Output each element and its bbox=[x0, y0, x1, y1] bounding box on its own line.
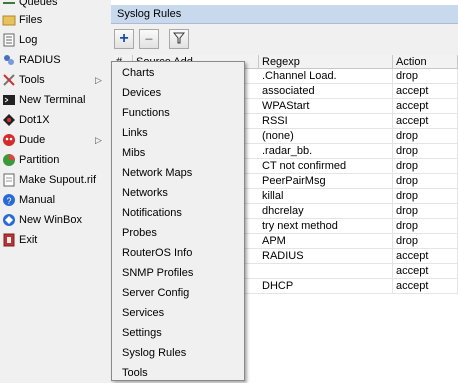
submenu-item-devices[interactable]: Devices bbox=[122, 83, 161, 103]
menu-item-radius[interactable]: RADIUS bbox=[0, 50, 111, 70]
action-cell: accept bbox=[393, 264, 458, 279]
regexp-cell: DHCP bbox=[259, 279, 393, 294]
submenu-item-services[interactable]: Services bbox=[122, 303, 164, 323]
action-cell: accept bbox=[393, 84, 458, 99]
menu-item-manual[interactable]: ? Manual bbox=[0, 190, 111, 210]
partition-icon bbox=[2, 153, 16, 167]
regexp-cell: PeerPairMsg bbox=[259, 174, 393, 189]
submenu-item-server-config[interactable]: Server Config bbox=[122, 283, 189, 303]
regexp-cell: killal bbox=[259, 189, 393, 204]
submenu-item-links[interactable]: Links bbox=[122, 123, 148, 143]
menu-item-label: Files bbox=[19, 14, 43, 26]
exit-icon bbox=[2, 233, 16, 247]
submenu-item-networks[interactable]: Networks bbox=[122, 183, 168, 203]
action-cell: accept bbox=[393, 279, 458, 294]
regexp-cell: associated bbox=[259, 84, 393, 99]
menu-item-label: Queues bbox=[19, 0, 58, 8]
submenu-item-notifications[interactable]: Notifications bbox=[122, 203, 182, 223]
menu-item-make-supout[interactable]: Make Supout.rif bbox=[0, 170, 111, 190]
submenu-item-functions[interactable]: Functions bbox=[122, 103, 170, 123]
regexp-cell bbox=[259, 264, 393, 279]
regexp-cell: RSSI bbox=[259, 114, 393, 129]
menu-item-label: Log bbox=[19, 34, 38, 46]
column-header-regexp[interactable]: Regexp bbox=[259, 55, 393, 69]
menu-item-new-terminal[interactable]: New Terminal bbox=[0, 90, 111, 110]
action-cell: drop bbox=[393, 204, 458, 219]
submenu-item-charts[interactable]: Charts bbox=[122, 63, 154, 83]
menu-item-label: New Terminal bbox=[19, 94, 86, 106]
column-header-action[interactable]: Action bbox=[393, 55, 458, 69]
log-icon bbox=[2, 33, 16, 47]
menu-item-files[interactable]: Files bbox=[0, 10, 111, 30]
submenu-item-syslog-rules[interactable]: Syslog Rules bbox=[122, 343, 186, 363]
action-cell: drop bbox=[393, 144, 458, 159]
menu-item-dude[interactable]: Dude ▷ bbox=[0, 130, 111, 150]
regexp-cell: .radar_bb. bbox=[259, 144, 393, 159]
menu-item-label: Tools bbox=[19, 74, 45, 86]
dude-submenu: Charts Devices Functions Links Mibs Network M… bbox=[111, 61, 245, 381]
submenu-item-tools[interactable]: Tools bbox=[122, 363, 148, 383]
menu-item-exit[interactable]: Exit bbox=[0, 230, 111, 250]
menu-item-label: Partition bbox=[19, 154, 60, 166]
regexp-cell: (none) bbox=[259, 129, 393, 144]
filter-button[interactable] bbox=[169, 29, 189, 49]
menu-item-dot1x[interactable]: Dot1X bbox=[0, 110, 111, 130]
action-cell: drop bbox=[393, 219, 458, 234]
menu-item-label: Dude bbox=[19, 134, 46, 146]
regexp-cell: CT not confirmed bbox=[259, 159, 393, 174]
submenu-item-mibs[interactable]: Mibs bbox=[122, 143, 145, 163]
submenu-item-network-maps[interactable]: Network Maps bbox=[122, 163, 192, 183]
submenu-arrow-icon: ▷ bbox=[95, 134, 102, 145]
submenu-arrow-icon: ▷ bbox=[95, 74, 102, 85]
add-button[interactable]: + bbox=[114, 29, 134, 49]
menu-item-label: Manual bbox=[19, 194, 56, 206]
regexp-cell: RADIUS bbox=[259, 249, 393, 264]
action-cell: accept bbox=[393, 249, 458, 264]
help-icon: ? bbox=[2, 193, 16, 207]
submenu-item-routeros-info[interactable]: RouterOS Info bbox=[122, 243, 192, 263]
menu-item-label: New WinBox bbox=[19, 214, 82, 226]
submenu-item-settings[interactable]: Settings bbox=[122, 323, 162, 343]
menu-item-label: RADIUS bbox=[19, 54, 61, 66]
window-title: Syslog Rules bbox=[117, 8, 182, 20]
action-cell: drop bbox=[393, 159, 458, 174]
menu-item-label: Exit bbox=[19, 234, 38, 246]
minus-icon: − bbox=[144, 31, 154, 47]
action-cell: accept bbox=[393, 99, 458, 114]
menu-item-new-winbox[interactable]: New WinBox bbox=[0, 210, 111, 230]
action-cell: drop bbox=[393, 129, 458, 144]
svg-text:?: ? bbox=[6, 196, 11, 206]
menu-item-tools[interactable]: Tools ▷ bbox=[0, 70, 111, 90]
remove-button[interactable]: − bbox=[139, 29, 159, 49]
dude-icon bbox=[2, 133, 16, 147]
document-icon bbox=[2, 173, 16, 187]
action-cell: drop bbox=[393, 69, 458, 84]
submenu-item-snmp-profiles[interactable]: SNMP Profiles bbox=[122, 263, 193, 283]
menu-item-label: Dot1X bbox=[19, 114, 50, 126]
window-title-bar[interactable]: Syslog Rules bbox=[111, 5, 458, 24]
regexp-cell: APM bbox=[259, 234, 393, 249]
regexp-cell: try next method bbox=[259, 219, 393, 234]
submenu-item-probes[interactable]: Probes bbox=[122, 223, 157, 243]
regexp-cell: WPAStart bbox=[259, 99, 393, 114]
regexp-cell: .Channel Load. bbox=[259, 69, 393, 84]
action-cell: drop bbox=[393, 189, 458, 204]
action-cell: drop bbox=[393, 174, 458, 189]
menu-item-label: Make Supout.rif bbox=[19, 174, 97, 186]
folder-icon bbox=[2, 13, 16, 27]
regexp-cell: dhcrelay bbox=[259, 204, 393, 219]
plus-icon: + bbox=[119, 30, 129, 47]
radius-icon bbox=[2, 53, 16, 67]
queues-icon bbox=[2, 0, 16, 9]
terminal-icon bbox=[2, 93, 16, 107]
filter-icon bbox=[172, 32, 186, 47]
action-cell: accept bbox=[393, 114, 458, 129]
tools-icon bbox=[2, 73, 16, 87]
action-cell: drop bbox=[393, 234, 458, 249]
menu-item-partition[interactable]: Partition bbox=[0, 150, 111, 170]
winbox-icon bbox=[2, 213, 16, 227]
winbox-left-menu: Queues Files Log RADIUS Tools ▷ New Term… bbox=[0, 0, 112, 383]
dot1x-icon bbox=[2, 113, 16, 127]
menu-item-log[interactable]: Log bbox=[0, 30, 111, 50]
